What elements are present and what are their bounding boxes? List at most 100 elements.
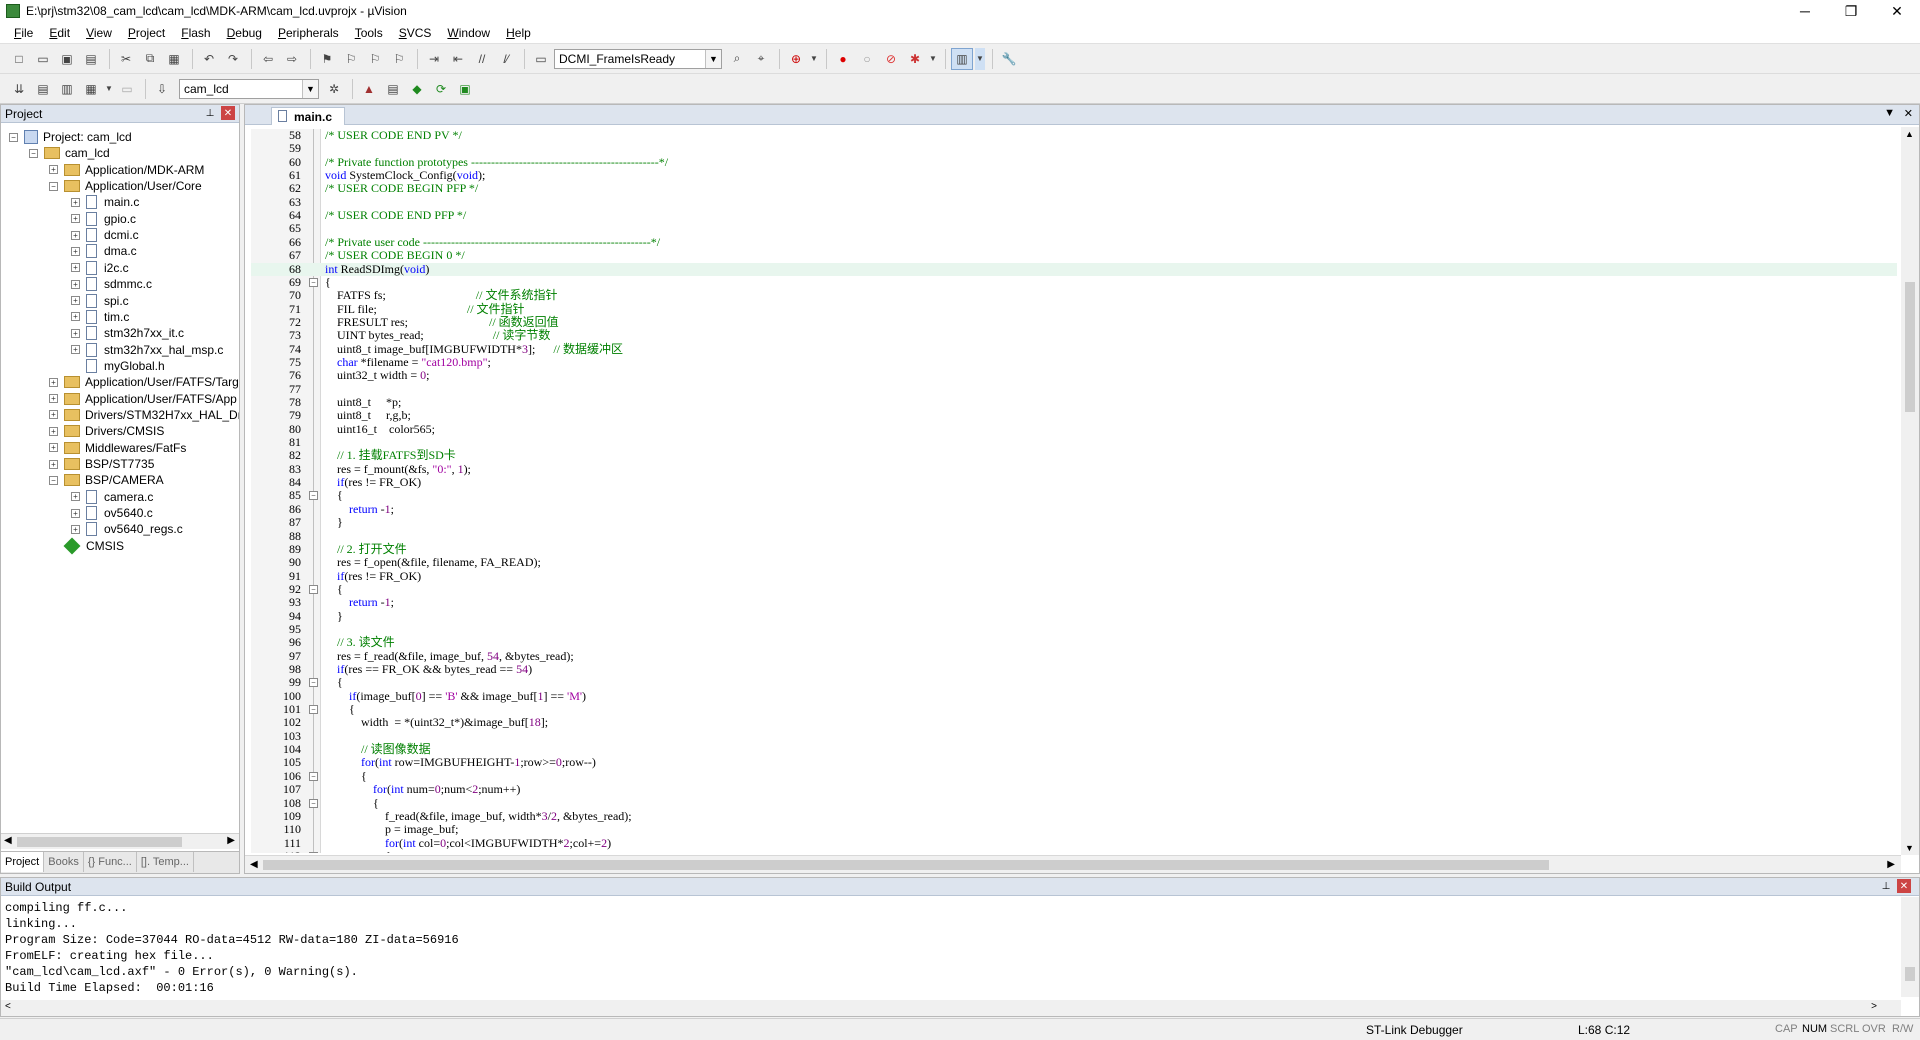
tree-expander[interactable]: + [71,508,80,518]
code-line[interactable]: 86 return -1; [251,502,1897,516]
code-line[interactable]: 109 f_read(&file, image_buf, width*3/2, … [251,809,1897,823]
fold-toggle[interactable]: − [309,705,318,715]
code-line[interactable]: 68 int ReadSDImg(void) [251,262,1897,276]
tree-expander[interactable]: + [49,426,58,436]
batch-build-icon[interactable]: ▦ [80,78,102,100]
code-line[interactable]: 60 /* Private function prototypes -------… [251,155,1897,169]
copy-icon[interactable]: ⧉ [139,48,161,70]
manage-components-icon[interactable]: ▤ [382,78,404,100]
code-line[interactable]: 63 [251,195,1897,209]
code-line[interactable]: 93 return -1; [251,596,1897,609]
code-line[interactable]: 112 − { [251,849,1897,853]
close-icon[interactable]: ✕ [1897,879,1911,893]
tree-expander[interactable]: + [71,345,80,355]
code-line[interactable]: 100 if(image_buf[0] == 'B' && image_buf[… [251,689,1897,703]
panel-tab[interactable]: Project [1,852,45,872]
bookmark-clear-icon[interactable]: ⚐ [388,48,410,70]
download-icon[interactable]: ⇩ [151,78,173,100]
code-line[interactable]: 64 /* USER CODE END PFP */ [251,209,1897,222]
code-line[interactable]: 83 res = f_mount(&fs, "0:", 1); [251,462,1897,476]
pin-icon[interactable]: ⊥ [1879,879,1893,893]
rebuild-icon[interactable]: ▥ [56,78,78,100]
tree-expander[interactable]: + [71,214,80,224]
menu-tools[interactable]: Tools [347,26,391,40]
fold-toggle[interactable]: − [309,491,318,501]
code-line[interactable]: 70 FATFS fs; // 文件系统指针 [251,289,1897,302]
code-line[interactable]: 104 // 读图像数据 [251,743,1897,756]
code-line[interactable]: 94 } [251,609,1897,623]
panel-tab[interactable]: []. Temp... [137,852,194,872]
find-icon[interactable]: ⌕ [726,48,748,70]
chevron-down-icon[interactable]: ▼ [302,79,318,98]
code-line[interactable]: 108− { [251,796,1897,810]
bookmark-toggle-icon[interactable]: ⚑ [316,48,338,70]
scroll-left-icon[interactable]: ◀ [250,859,258,870]
tree-expander[interactable]: + [71,263,80,273]
scrollbar-thumb[interactable] [263,860,1549,870]
uncomment-icon[interactable]: /⁄ [495,48,517,70]
incremental-find-icon[interactable]: ⌖ [750,48,772,70]
scrollbar-thumb[interactable] [1905,967,1915,981]
editor-horizontal-scrollbar[interactable]: ◀ ▶ [245,855,1901,873]
select-packs-icon[interactable]: ◆ [406,78,428,100]
code-line[interactable]: 58 /* USER CODE END PV */ [251,129,1897,142]
tree-expander[interactable]: + [49,459,58,469]
breakpoint-kill-all-icon[interactable]: ✱ [904,48,926,70]
tree-expander[interactable]: + [71,328,80,338]
fold-toggle[interactable]: − [309,798,318,808]
code-line[interactable]: 81 [251,436,1897,449]
comment-icon[interactable]: // [471,48,493,70]
tree-expander[interactable]: + [71,296,80,305]
code-editor[interactable]: 58 /* USER CODE END PV */ 59 60 /* Private f… [251,129,1897,853]
panel-tab[interactable]: {} Func... [84,852,137,872]
code-line[interactable]: 75 char *filename = "cat120.bmp"; [251,355,1897,369]
code-line[interactable]: 106− { [251,769,1897,783]
undo-icon[interactable]: ↶ [198,48,220,70]
code-line[interactable]: 82 // 1. 挂载FATFS到SD卡 [251,449,1897,462]
close-icon[interactable]: ✕ [221,106,235,120]
tree-expander[interactable]: − [49,181,58,191]
tree-horizontal-scrollbar[interactable]: ◀ ▶ [1,833,239,849]
file-extensions-icon[interactable]: ▲ [358,78,380,100]
minimize-button[interactable]: ─ [1782,0,1828,22]
scrollbar-thumb[interactable] [1905,282,1915,412]
navigate-forward-icon[interactable]: ⇨ [281,48,303,70]
chevron-down-icon[interactable]: ▼ [104,78,114,100]
fold-toggle[interactable]: − [309,851,318,853]
save-icon[interactable]: ▣ [56,48,78,70]
code-line[interactable]: 62 /* USER CODE BEGIN PFP */ [251,182,1897,195]
code-line[interactable]: 77 [251,382,1897,396]
save-all-icon[interactable]: ▤ [80,48,102,70]
chevron-down-icon[interactable]: ▼ [975,47,985,70]
code-line[interactable]: 97 res = f_read(&file, image_buf, 54, &b… [251,649,1897,663]
scroll-right-icon[interactable]: > [1871,1001,1877,1012]
code-line[interactable]: 78 uint8_t *p; [251,396,1897,409]
menu-edit[interactable]: Edit [41,26,78,40]
menu-peripherals[interactable]: Peripherals [270,26,347,40]
scroll-down-icon[interactable]: ▼ [1905,843,1914,853]
window-layout-icon[interactable]: ▥ [951,47,973,70]
scroll-left-icon[interactable]: < [5,1001,11,1012]
chevron-down-icon[interactable]: ▼ [809,48,819,70]
tree-expander[interactable]: + [49,443,58,453]
code-line[interactable]: 67 /* USER CODE BEGIN 0 */ [251,249,1897,262]
tree-expander[interactable]: + [71,246,80,256]
find-combo[interactable]: DCMI_FrameIsReady ▼ [554,48,722,69]
code-line[interactable]: 95 [251,622,1897,636]
code-line[interactable]: 91 if(res != FR_OK) [251,569,1897,583]
tree-expander[interactable]: + [71,312,80,322]
redo-icon[interactable]: ↷ [222,48,244,70]
stop-build-icon[interactable]: ▭ [116,78,138,100]
new-file-icon[interactable]: □ [8,48,30,70]
code-line[interactable]: 72 FRESULT res; // 函数返回值 [251,315,1897,329]
code-line[interactable]: 99− { [251,676,1897,689]
tree-expander[interactable]: + [71,524,80,534]
fold-toggle[interactable]: − [309,678,318,688]
indent-icon[interactable]: ⇥ [423,48,445,70]
maximize-button[interactable]: ❐ [1828,0,1874,22]
tree-expander[interactable]: + [71,279,80,289]
translate-icon[interactable]: ⇊ [8,78,30,100]
scrollbar-thumb[interactable] [17,837,182,847]
tree-expander[interactable]: + [49,165,58,175]
chevron-down-icon[interactable]: ▼ [705,49,721,68]
